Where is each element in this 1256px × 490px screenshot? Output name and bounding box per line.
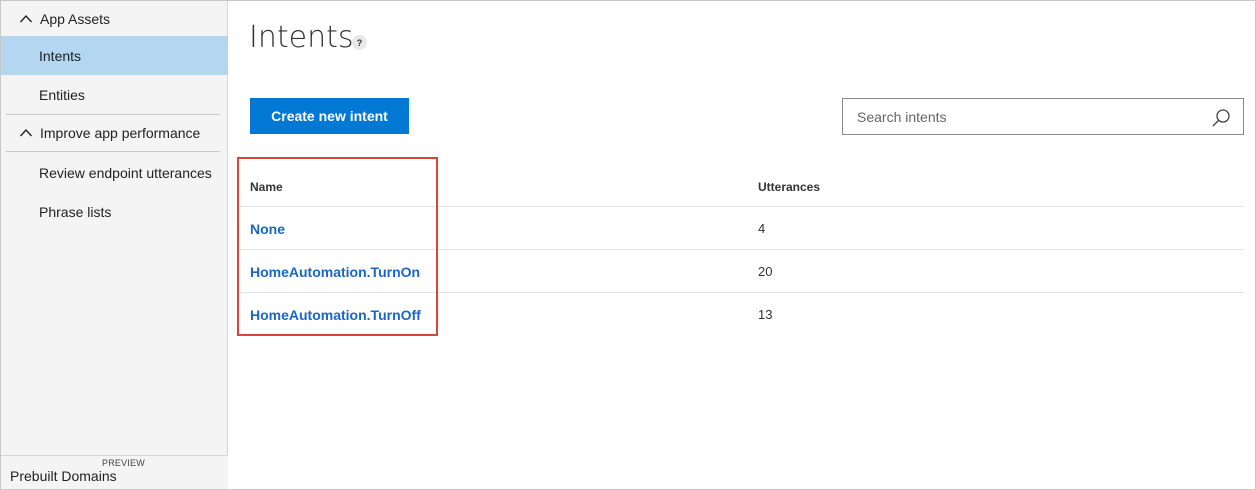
sidebar: App Assets Intents Entities Improve app … [1,1,228,489]
sidebar-item-prebuilt-domains[interactable]: PREVIEW Prebuilt Domains [1,455,228,489]
section-header-label: App Assets [40,11,111,27]
sidebar-item-label: Review endpoint utterances [39,164,212,181]
sidebar-item-review-endpoint-utterances[interactable]: Review endpoint utterances [1,153,228,192]
sidebar-divider [6,151,220,152]
sidebar-item-label: Prebuilt Domains [10,468,117,484]
intent-name-link[interactable]: None [250,221,285,237]
section-header-app-assets[interactable]: App Assets [1,1,228,37]
sidebar-item-entities[interactable]: Entities [1,75,228,114]
sidebar-item-intents[interactable]: Intents [1,36,228,75]
intent-name-link[interactable]: HomeAutomation.TurnOn [250,264,420,280]
table-row: HomeAutomation.TurnOff 13 [240,292,1244,335]
chevron-up-icon [19,12,33,26]
search-icon[interactable] [1211,108,1231,128]
preview-badge: PREVIEW [102,458,145,468]
utterance-count: 4 [758,221,766,236]
table-row: None 4 [240,206,1244,249]
utterance-count: 13 [758,307,773,322]
help-icon[interactable]: ? [352,35,367,50]
table-row: HomeAutomation.TurnOn 20 [240,249,1244,292]
page-title: Intents [249,20,354,55]
intent-name-link[interactable]: HomeAutomation.TurnOff [250,307,421,323]
search-input[interactable] [844,100,1204,133]
sidebar-item-label: Phrase lists [39,203,112,220]
sidebar-item-label: Entities [39,86,85,103]
column-header-name[interactable]: Name [250,180,283,194]
create-new-intent-button[interactable]: Create new intent [250,98,409,134]
column-header-utterances[interactable]: Utterances [758,180,820,194]
sidebar-item-label: Intents [39,47,82,64]
sidebar-item-phrase-lists[interactable]: Phrase lists [1,192,228,231]
section-header-improve-app-performance[interactable]: Improve app performance [1,115,228,151]
search-box [842,98,1244,135]
section-header-label: Improve app performance [40,125,201,141]
chevron-up-icon [19,126,33,140]
utterance-count: 20 [758,264,773,279]
